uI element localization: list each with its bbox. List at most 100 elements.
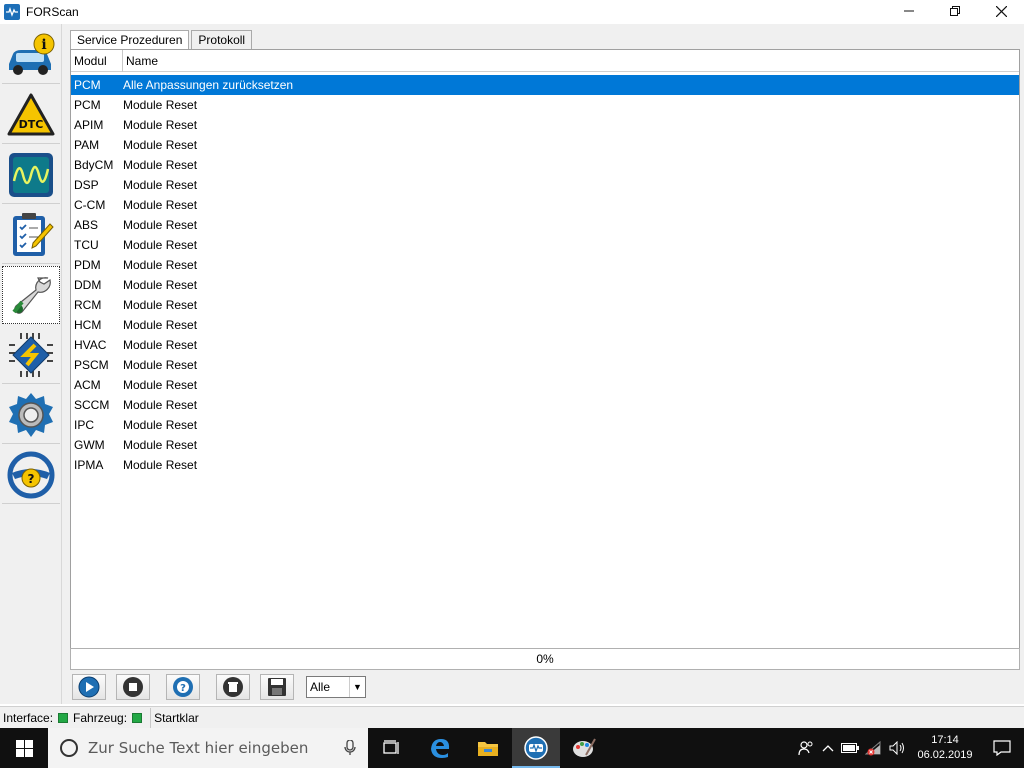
cell-name: Module Reset bbox=[123, 138, 198, 152]
vehicle-label: Fahrzeug: bbox=[73, 710, 128, 725]
cell-modul: PAM bbox=[74, 138, 100, 152]
start-button[interactable] bbox=[0, 728, 48, 768]
taskbar-app-explorer[interactable] bbox=[464, 728, 512, 768]
close-button[interactable] bbox=[978, 0, 1024, 22]
table-row[interactable]: PSCM Module Reset bbox=[71, 355, 1019, 375]
cell-modul: RCM bbox=[74, 298, 102, 312]
cell-name: Module Reset bbox=[123, 458, 198, 472]
table-row[interactable]: BdyCM Module Reset bbox=[71, 155, 1019, 175]
table-row[interactable]: HCM Module Reset bbox=[71, 315, 1019, 335]
sidebar-item-programming[interactable] bbox=[2, 326, 60, 384]
battery-icon[interactable] bbox=[838, 728, 862, 768]
column-header-modul[interactable]: Modul bbox=[71, 49, 123, 72]
sidebar-item-vehicle-info[interactable]: i bbox=[2, 26, 60, 84]
title-bar: FORScan bbox=[0, 0, 1024, 24]
taskbar: Zur Suche Text hier eingeben 17:14 06.02… bbox=[0, 728, 1024, 768]
sidebar-item-service[interactable] bbox=[2, 266, 60, 324]
cell-modul: GWM bbox=[74, 438, 105, 452]
cell-modul: HVAC bbox=[74, 338, 107, 352]
cell-modul: TCU bbox=[74, 238, 99, 252]
cell-modul: PCM bbox=[74, 78, 101, 92]
sidebar-item-dtc[interactable]: DTC bbox=[2, 86, 60, 144]
network-disconnected-icon[interactable] bbox=[862, 728, 886, 768]
sidebar-item-help[interactable]: ? bbox=[2, 446, 60, 504]
table-row[interactable]: ACM Module Reset bbox=[71, 375, 1019, 395]
table-row[interactable]: PDM Module Reset bbox=[71, 255, 1019, 275]
forscan-app-icon bbox=[4, 4, 20, 20]
column-header-name[interactable]: Name bbox=[123, 50, 158, 72]
table-row[interactable]: APIM Module Reset bbox=[71, 115, 1019, 135]
table-row[interactable]: PCM Alle Anpassungen zurücksetzen bbox=[71, 75, 1019, 95]
action-center-button[interactable] bbox=[980, 728, 1024, 768]
cell-modul: IPMA bbox=[74, 458, 104, 472]
cell-name: Alle Anpassungen zurücksetzen bbox=[123, 78, 294, 92]
run-button[interactable] bbox=[72, 674, 106, 700]
help-button[interactable]: ? bbox=[166, 674, 200, 700]
table-row[interactable]: GWM Module Reset bbox=[71, 435, 1019, 455]
taskbar-app-edge[interactable] bbox=[416, 728, 464, 768]
window-title: FORScan bbox=[26, 5, 79, 19]
volume-icon[interactable] bbox=[886, 728, 910, 768]
progress-label: 0% bbox=[536, 652, 554, 666]
table-row[interactable]: DSP Module Reset bbox=[71, 175, 1019, 195]
sidebar: i DTC ? bbox=[0, 24, 62, 704]
cell-name: Module Reset bbox=[123, 198, 198, 212]
cortana-icon bbox=[60, 739, 78, 757]
cell-name: Module Reset bbox=[123, 378, 198, 392]
table-row[interactable]: ABS Module Reset bbox=[71, 215, 1019, 235]
system-clock[interactable]: 17:14 06.02.2019 bbox=[910, 733, 980, 763]
minimize-button[interactable] bbox=[886, 0, 932, 22]
save-button[interactable] bbox=[260, 674, 294, 700]
cell-modul: SCCM bbox=[74, 398, 110, 412]
table-row[interactable]: PCM Module Reset bbox=[71, 95, 1019, 115]
table-row[interactable]: TCU Module Reset bbox=[71, 235, 1019, 255]
people-icon[interactable] bbox=[794, 728, 818, 768]
oscilloscope-icon bbox=[9, 152, 53, 197]
sidebar-item-checklist[interactable] bbox=[2, 206, 60, 264]
sidebar-item-settings[interactable] bbox=[2, 386, 60, 444]
table-row[interactable]: SCCM Module Reset bbox=[71, 395, 1019, 415]
task-view-button[interactable] bbox=[368, 728, 416, 768]
taskbar-app-paint[interactable] bbox=[560, 728, 608, 768]
edge-icon bbox=[431, 739, 450, 758]
cell-modul: BdyCM bbox=[74, 158, 114, 172]
delete-icon bbox=[223, 677, 243, 697]
microphone-icon[interactable] bbox=[344, 740, 356, 756]
table-row[interactable]: HVAC Module Reset bbox=[71, 335, 1019, 355]
restore-button[interactable] bbox=[932, 0, 978, 22]
cell-name: Module Reset bbox=[123, 258, 198, 272]
action-toolbar: ? Alle ▼ bbox=[72, 674, 366, 700]
status-text: Startklar bbox=[154, 710, 199, 725]
forscan-taskbar-icon bbox=[524, 736, 548, 760]
sidebar-item-oscilloscope[interactable] bbox=[2, 146, 60, 204]
taskbar-search-box[interactable]: Zur Suche Text hier eingeben bbox=[48, 728, 368, 768]
table-row[interactable]: C-CM Module Reset bbox=[71, 195, 1019, 215]
clear-button[interactable] bbox=[216, 674, 250, 700]
taskbar-app-forscan[interactable] bbox=[512, 728, 560, 768]
search-placeholder: Zur Suche Text hier eingeben bbox=[88, 739, 309, 757]
cell-name: Module Reset bbox=[123, 318, 198, 332]
window-body: i DTC ? Service Prozeduren Protokoll Mod… bbox=[0, 24, 1024, 728]
table-row[interactable]: RCM Module Reset bbox=[71, 295, 1019, 315]
tab-protokoll[interactable]: Protokoll bbox=[191, 30, 253, 50]
cell-name: Module Reset bbox=[123, 118, 198, 132]
clock-date: 06.02.2019 bbox=[917, 749, 973, 761]
stop-button[interactable] bbox=[116, 674, 150, 700]
table-row[interactable]: IPC Module Reset bbox=[71, 415, 1019, 435]
tab-service-prozeduren[interactable]: Service Prozeduren bbox=[70, 30, 190, 51]
interface-led-icon bbox=[58, 712, 69, 723]
tray-overflow-chevron-icon[interactable] bbox=[818, 728, 838, 768]
cell-modul: DDM bbox=[74, 278, 102, 292]
table-row[interactable]: PAM Module Reset bbox=[71, 135, 1019, 155]
folder-icon bbox=[478, 742, 498, 756]
clock-time: 17:14 bbox=[931, 734, 959, 746]
cell-name: Module Reset bbox=[123, 418, 198, 432]
status-message: Startklar bbox=[151, 708, 202, 728]
filter-select[interactable]: Alle ▼ bbox=[306, 676, 366, 698]
filter-select-value: Alle bbox=[310, 680, 331, 694]
cell-modul: APIM bbox=[74, 118, 104, 132]
table-row[interactable]: IPMA Module Reset bbox=[71, 455, 1019, 475]
tab-strip: Service Prozeduren Protokoll bbox=[70, 30, 254, 51]
table-row[interactable]: DDM Module Reset bbox=[71, 275, 1019, 295]
cell-modul: C-CM bbox=[74, 198, 106, 212]
